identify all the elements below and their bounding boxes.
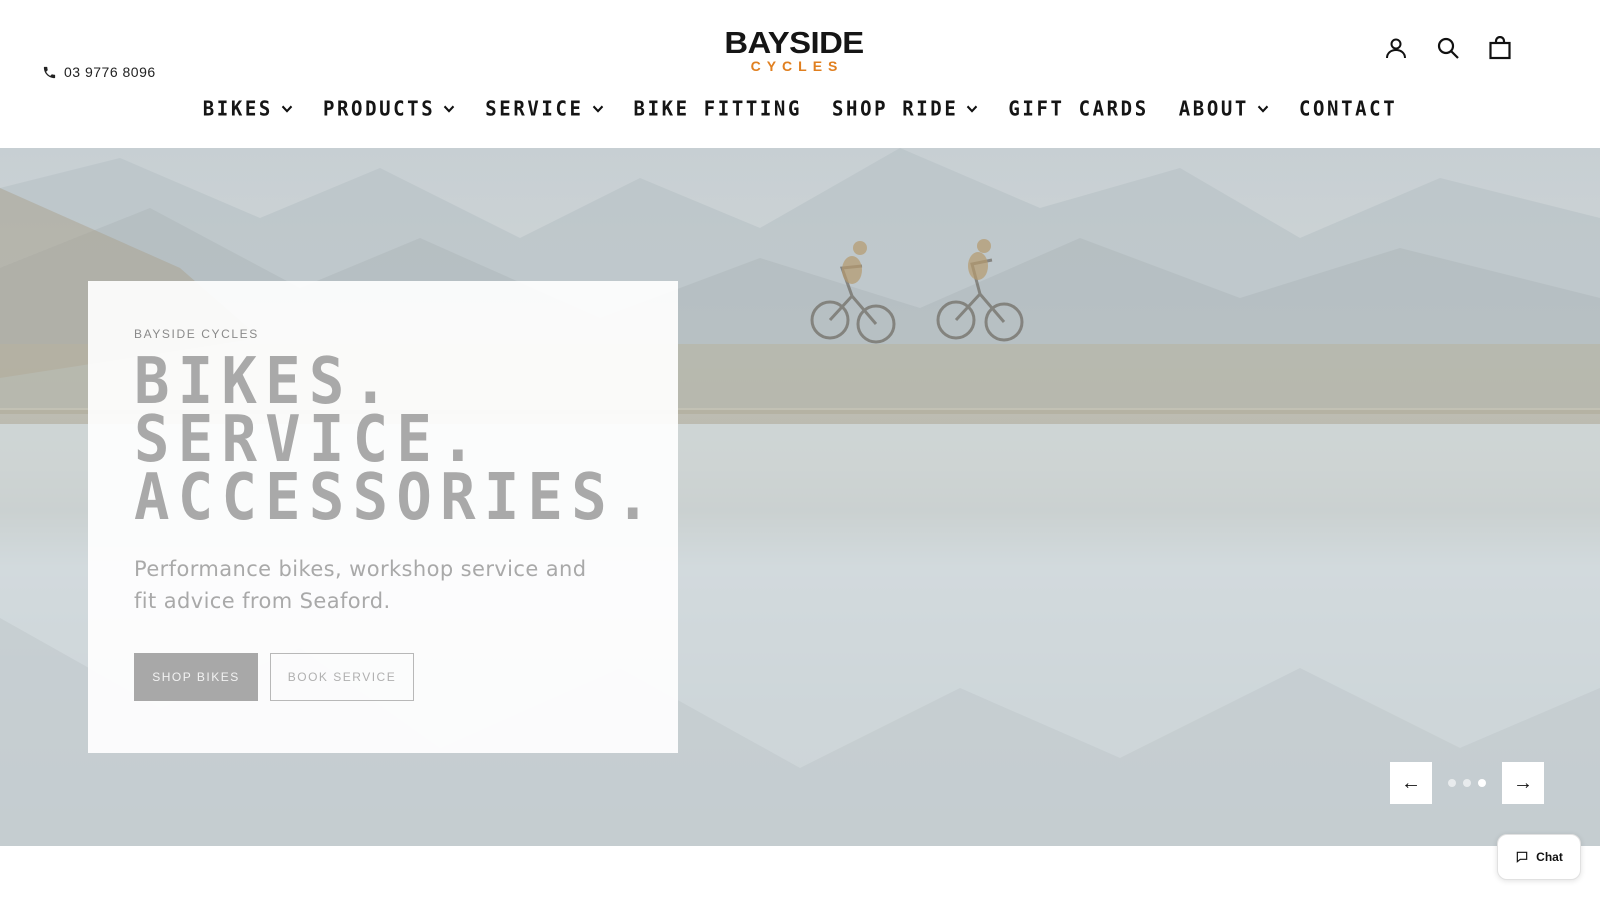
next-slide-button[interactable]: → <box>1502 762 1544 804</box>
nav-item-about[interactable]: ABOUT <box>1164 93 1284 125</box>
nav-label: PRODUCTS <box>322 97 436 121</box>
phone-icon <box>43 66 56 78</box>
hero-eyebrow: BAYSIDE CYCLES <box>134 327 259 341</box>
nav-label: SHOP RIDE <box>832 97 959 121</box>
hero-subtext: Performance bikes, workshop service and … <box>134 557 587 613</box>
chevron-down-icon <box>1257 105 1269 113</box>
nav-label: BIKES <box>202 97 273 121</box>
chevron-down-icon <box>444 105 455 113</box>
hero-buttons: SHOP BIKES BOOK SERVICE <box>134 653 632 701</box>
chevron-down-icon <box>592 105 603 113</box>
main-nav: BIKES PRODUCTS SERVICE BIKE FITTING SHOP… <box>0 94 1600 124</box>
logo-main-text: BAYSIDE <box>724 25 864 60</box>
chat-label: Chat <box>1536 850 1563 864</box>
nav-item-products[interactable]: PRODUCTS <box>308 93 470 125</box>
nav-item-service[interactable]: SERVICE <box>470 93 618 125</box>
slide-dot[interactable] <box>1448 779 1456 787</box>
slide-dot-active[interactable] <box>1478 779 1486 787</box>
slider-dots <box>1442 779 1492 787</box>
chevron-down-icon <box>967 105 978 113</box>
header-icons <box>1384 34 1512 62</box>
nav-item-bikes[interactable]: BIKES <box>188 93 308 125</box>
nav-label: ABOUT <box>1178 97 1249 121</box>
prev-slide-button[interactable]: ← <box>1390 762 1432 804</box>
chevron-down-icon <box>281 105 293 113</box>
slider-controls: ← → <box>1390 762 1544 804</box>
nav-label: BIKE FITTING <box>633 97 803 121</box>
account-icon[interactable] <box>1384 34 1408 62</box>
site-header: 03 9776 8096 BAYSIDE CYCLES BIKES PRODUC… <box>0 0 1600 148</box>
site-logo[interactable]: BAYSIDE CYCLES <box>712 27 876 74</box>
nav-item-gift-cards[interactable]: GIFT CARDS <box>993 93 1163 125</box>
nav-label: CONTACT <box>1298 97 1398 121</box>
logo-sub-text: CYCLES <box>750 58 844 74</box>
shop-bikes-button[interactable]: SHOP BIKES <box>134 653 258 701</box>
nav-item-shop-ride[interactable]: SHOP RIDE <box>817 93 993 125</box>
nav-label: GIFT CARDS <box>1008 97 1149 121</box>
nav-item-bike-fitting[interactable]: BIKE FITTING <box>619 93 817 125</box>
cart-icon[interactable] <box>1488 34 1512 62</box>
hero-headline: BIKES. SERVICE. ACCESSORIES. <box>134 350 659 535</box>
nav-item-contact[interactable]: CONTACT <box>1284 93 1412 125</box>
chat-button[interactable]: Chat <box>1497 834 1581 880</box>
nav-label: SERVICE <box>485 97 584 121</box>
hero-content-card: BAYSIDE CYCLES BIKES. SERVICE. ACCESSORI… <box>88 281 678 753</box>
book-service-button[interactable]: BOOK SERVICE <box>270 653 414 701</box>
phone-number: 03 9776 8096 <box>64 64 156 80</box>
search-icon[interactable] <box>1436 34 1460 62</box>
phone-link[interactable]: 03 9776 8096 <box>42 64 156 80</box>
headline-line: ACCESSORIES. <box>134 461 659 535</box>
hero-slideshow: BAYSIDE CYCLES BIKES. SERVICE. ACCESSORI… <box>0 148 1600 846</box>
chat-bubble-icon <box>1516 851 1528 863</box>
slide-dot[interactable] <box>1463 779 1471 787</box>
